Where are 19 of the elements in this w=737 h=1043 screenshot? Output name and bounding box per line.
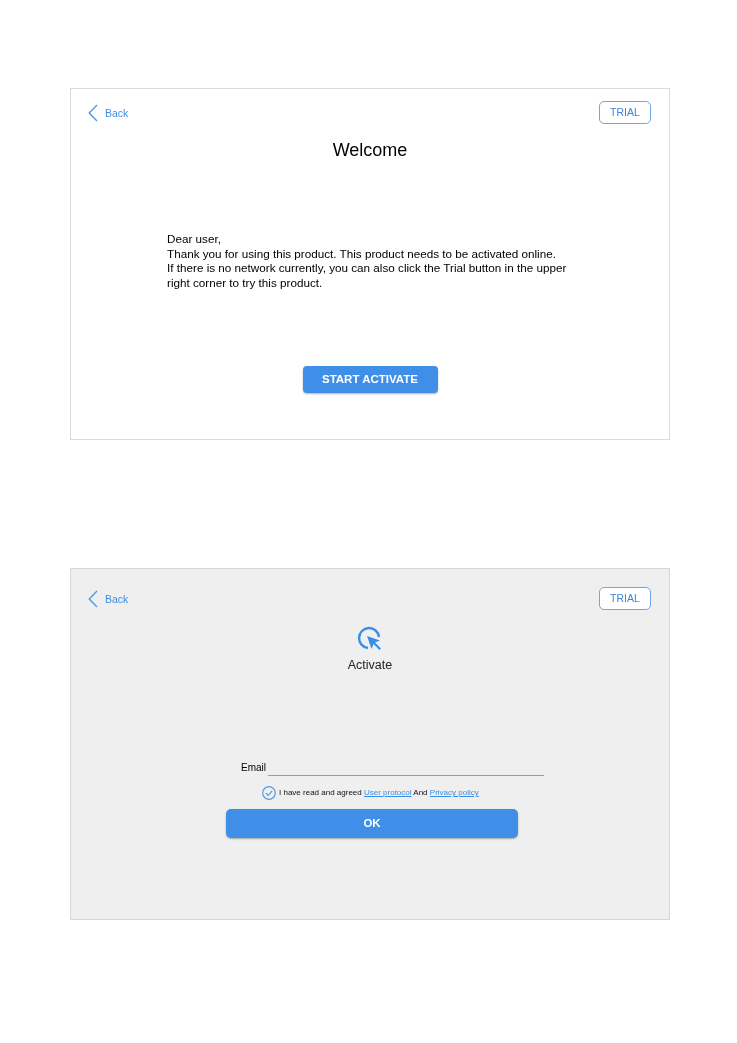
chevron-left-icon bbox=[88, 589, 98, 608]
start-activate-button[interactable]: START ACTIVATE bbox=[302, 366, 438, 393]
circle-checkbox[interactable] bbox=[262, 786, 276, 800]
welcome-title: Welcome bbox=[331, 139, 409, 162]
email-label: Email bbox=[241, 762, 266, 774]
back-button[interactable]: Back bbox=[88, 589, 129, 608]
agreement-link[interactable]: Privacy policy bbox=[429, 788, 479, 797]
agreement-text: I have read and agreed User protocol And Privacy policy bbox=[279, 788, 479, 798]
greeting-text: Dear user, bbox=[167, 232, 222, 247]
agreement-link[interactable]: User protocol bbox=[363, 788, 412, 797]
back-button[interactable]: Back bbox=[88, 103, 129, 122]
trial-button[interactable]: TRIAL bbox=[599, 587, 651, 610]
trial-button[interactable]: TRIAL bbox=[599, 101, 651, 124]
activate-title: Activate bbox=[347, 657, 393, 673]
chevron-left-icon bbox=[88, 103, 98, 122]
ok-button[interactable]: OK bbox=[226, 809, 518, 838]
cursor-in-ring-icon bbox=[357, 626, 383, 652]
message-paragraph: If there is no network currently, you can also click the Trial button in the upper right corner to try this product. bbox=[167, 261, 568, 290]
message-paragraph: Thank you for using this product. This product needs to be activated online. bbox=[167, 246, 557, 261]
